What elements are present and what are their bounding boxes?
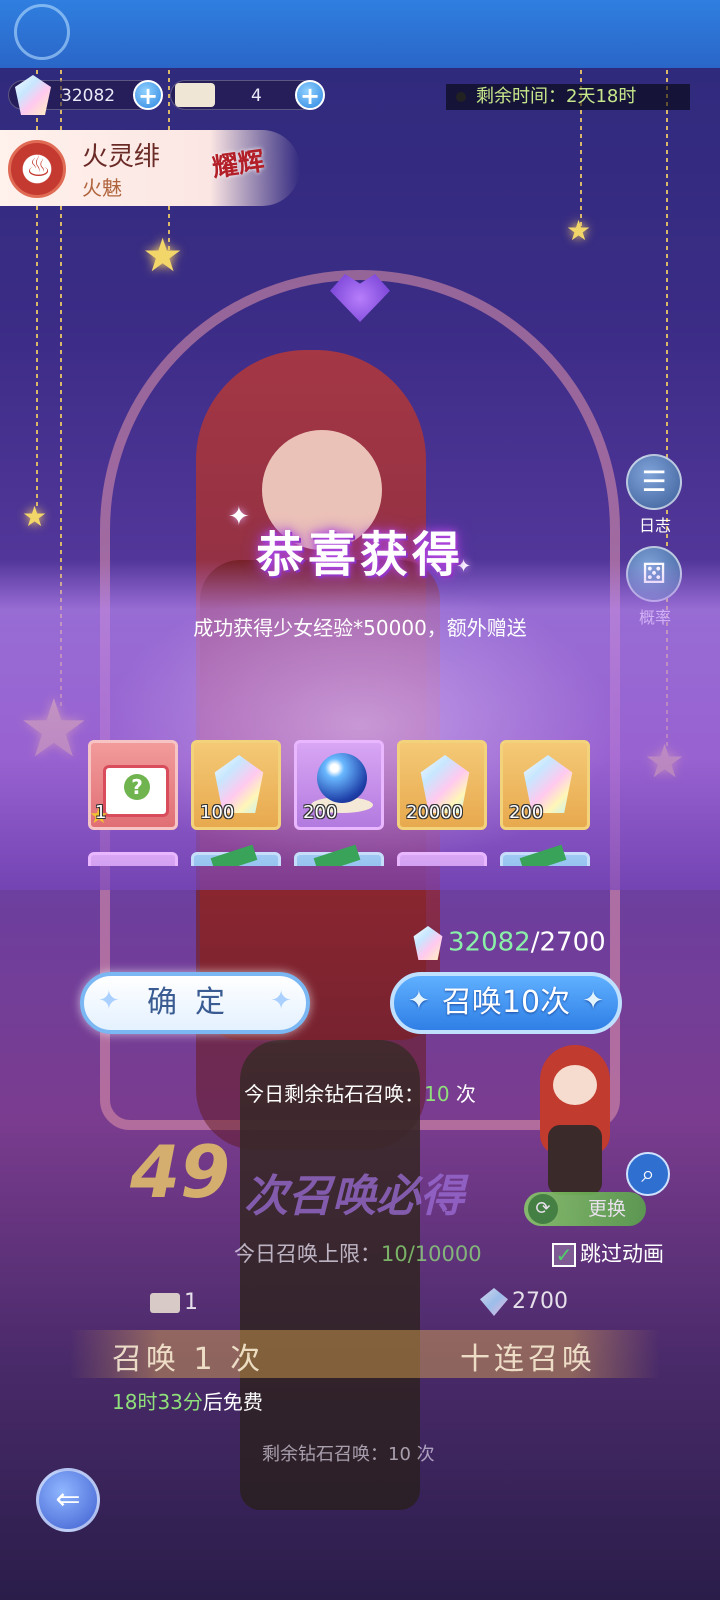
sparkle-icon: ✦	[582, 986, 604, 1016]
reward-item-list: ? ★ 1 100 200 20000 200	[88, 740, 608, 866]
limited-tag	[519, 844, 567, 866]
sparkle-icon: ✦	[98, 986, 120, 1016]
today-remaining: 今日剩余钻石召唤：10 次	[0, 1078, 720, 1107]
item-quantity: 100	[200, 802, 235, 823]
event-timer: 剩余时间：2天18时	[446, 84, 690, 110]
balance-current: 32082	[448, 927, 531, 958]
free-suffix: 后免费	[202, 1390, 263, 1414]
reward-item[interactable]	[397, 852, 487, 866]
skip-label: 跳过动画	[580, 1242, 664, 1266]
ticket-icon	[150, 1293, 180, 1313]
star-ornament-icon: ★	[566, 214, 592, 247]
confirm-label: 确定	[147, 985, 243, 1020]
ten-summon-cost: 2700	[480, 1288, 568, 1316]
remaining-summons: 剩余钻石召唤：10 次	[262, 1444, 435, 1465]
balance-cost: /2700	[530, 927, 606, 958]
limited-tag	[313, 844, 361, 866]
free-time: 18时33分	[112, 1390, 203, 1414]
summon-once-button[interactable]: 召唤 1 次	[112, 1334, 264, 1378]
free-timer: 18时33分后免费	[112, 1386, 263, 1415]
ten-cost-value: 2700	[512, 1289, 568, 1314]
reward-item[interactable]: 20000	[397, 740, 487, 830]
today-remain-value: 10	[424, 1082, 450, 1106]
diamond-icon	[15, 75, 51, 115]
star-ornament-icon: ★	[142, 228, 184, 282]
summon-10-button[interactable]: ✦ 召唤10次 ✦	[390, 972, 622, 1034]
limit-value: 10/10000	[381, 1242, 482, 1266]
ticket-icon	[175, 83, 215, 107]
summon10-label: 召唤10次	[441, 985, 571, 1020]
checkbox-icon: ✓	[552, 1243, 576, 1267]
character-card[interactable]: ♨ 火灵绯 火魅 耀辉	[0, 130, 300, 206]
daily-limit: 今日召唤上限：10/10000	[234, 1238, 482, 1268]
limited-tag	[210, 844, 258, 866]
rarity-badge: 耀辉	[210, 146, 267, 184]
limit-label: 今日召唤上限：	[234, 1242, 381, 1266]
diamond-counter: 32082 +	[8, 75, 163, 115]
heart-gem-icon	[330, 274, 390, 322]
diamond-balance: 32082/2700	[412, 926, 606, 960]
reward-item[interactable]	[500, 844, 590, 866]
reward-message: 成功获得少女经验*50000，额外赠送	[193, 616, 527, 640]
diamond-icon	[413, 926, 443, 960]
item-quantity: 1	[95, 802, 107, 823]
game-logo-icon	[14, 4, 70, 60]
reward-item[interactable]	[191, 844, 281, 866]
item-quantity: 20000	[406, 802, 464, 823]
timer-value: 2天18时	[566, 86, 637, 107]
swap-label: 更换	[587, 1198, 626, 1220]
confirm-button[interactable]: ✦ 确定 ✦	[80, 972, 310, 1034]
reward-item[interactable]	[294, 844, 384, 866]
back-button[interactable]: ⇐	[36, 1468, 100, 1532]
sparkle-icon: ✦	[408, 986, 430, 1016]
item-quantity: 200	[509, 802, 544, 823]
top-banner	[0, 0, 720, 68]
pity-text: 次召唤必得	[244, 1171, 464, 1222]
sparkle-icon: ✦	[270, 986, 292, 1016]
item-quantity: 200	[303, 802, 338, 823]
single-summon-cost: 1	[150, 1290, 198, 1315]
add-diamond-button[interactable]: +	[133, 80, 163, 110]
character-name: 火灵绯	[82, 142, 161, 172]
reward-item[interactable]: ? ★ 1	[88, 740, 178, 830]
summon-ten-button[interactable]: 十连召唤	[460, 1334, 596, 1378]
refresh-icon: ⟳	[528, 1194, 558, 1224]
ticket-count: 4	[251, 86, 262, 106]
today-remain-suffix: 次	[449, 1082, 476, 1106]
diamond-count: 32082	[61, 86, 116, 106]
reward-item[interactable]: 200	[294, 740, 384, 830]
clock-icon	[456, 92, 466, 102]
fire-element-icon: ♨	[8, 140, 66, 198]
reward-item[interactable]	[88, 852, 178, 866]
diamond-icon	[480, 1288, 508, 1316]
mystery-box-icon: ?	[103, 765, 169, 817]
today-remain-label: 今日剩余钻石召唤：	[244, 1082, 425, 1106]
swap-button[interactable]: ⟳ 更换	[524, 1192, 646, 1226]
timer-label: 剩余时间：	[476, 86, 566, 107]
character-attribute: 火魅	[82, 176, 122, 200]
chibi-character	[520, 1045, 630, 1195]
ticket-counter: 4 +	[170, 80, 325, 110]
search-icon[interactable]: ⌕	[626, 1152, 670, 1196]
log-icon: ☰	[626, 454, 682, 510]
single-cost-value: 1	[184, 1290, 198, 1315]
add-ticket-button[interactable]: +	[295, 80, 325, 110]
skip-animation-toggle[interactable]: ✓ 跳过动画	[552, 1238, 664, 1268]
reward-item[interactable]: 200	[500, 740, 590, 830]
crystal-orb-icon	[317, 753, 367, 803]
modal-title: 恭喜获得	[255, 527, 464, 583]
reward-item[interactable]: 100	[191, 740, 281, 830]
pity-count: 49	[130, 1130, 231, 1214]
